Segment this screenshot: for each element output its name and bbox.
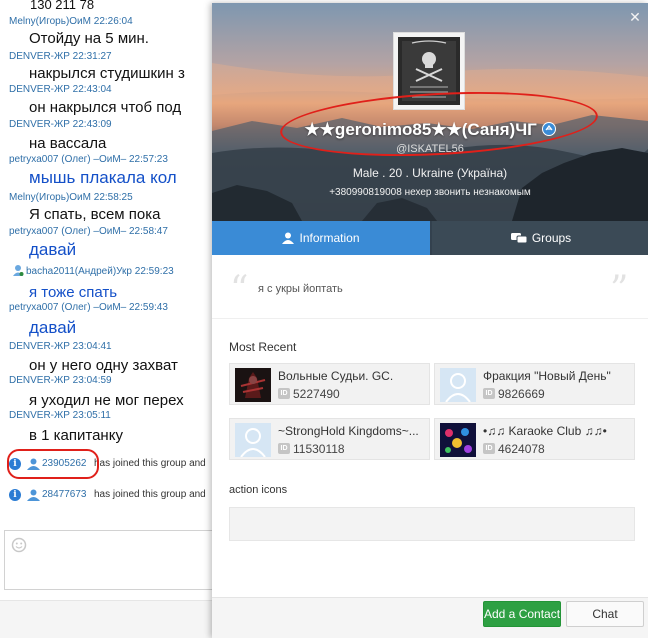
message-text: Я спать, всем пока [29,206,161,223]
open-quote-icon: “ [230,269,249,310]
message-input[interactable] [4,530,213,590]
tab-information-label: Information [299,231,360,245]
system-message-text: has joined this group and [94,458,206,469]
group-name: ~StrongHold Kingdoms~... [278,424,419,438]
tab-groups-label: Groups [531,231,572,245]
message-sender[interactable]: DENVER-ЖР 23:05:11 [9,410,111,421]
message-text: он у него одну захват [29,357,178,374]
close-icon[interactable]: ✕ [628,10,642,24]
message-sender[interactable]: Melny(Игорь)ОиМ 22:58:25 [9,192,133,203]
section-title: Most Recent [229,340,297,354]
group-name: •♫♫ Karaoke Club ♫♫• [483,424,607,438]
app-window: 130 211 78 Melny(Игорь)ОиМ 22:26:04 Отой… [0,0,648,638]
chat-button[interactable]: Chat [566,601,644,627]
message-sender[interactable]: petryxa007 (Олег) –ОиМ– 22:59:43 [9,302,168,313]
group-card[interactable]: ~StrongHold Kingdoms~... ID 11530118 [229,418,430,460]
profile-about: я с укры йоптать [258,283,343,295]
chat-message-text: 130 211 78 [30,0,95,12]
message-sender[interactable]: DENVER-ЖР 22:31:27 [9,51,112,62]
group-id: 9826669 [498,387,545,401]
group-name: Вольные Судьи. GC. [278,369,394,383]
default-group-icon [235,423,271,457]
group-id: 5227490 [293,387,340,401]
message-text: давай [29,318,77,337]
group-card[interactable]: •♫♫ Karaoke Club ♫♫• ID 4624078 [434,418,635,460]
emoji-icon[interactable] [11,537,27,553]
profile-status: +380990819008 нехер звонить незнакомым [329,187,531,198]
group-card[interactable]: Фракция "Новый День" ID 9826669 [434,363,635,405]
profile-panel: ✕ ★★geronimo85★★(Саня)ЧГ @ISKATEL56 Male… [212,3,648,638]
group-name: Фракция "Новый День" [483,369,611,383]
action-icons-area [229,507,635,541]
id-icon: ID [278,388,290,399]
id-icon: ID [278,443,290,454]
id-icon: ID [483,388,495,399]
group-card[interactable]: Вольные Судьи. GC. ID 5227490 [229,363,430,405]
section-title: action icons [229,484,288,496]
default-group-icon [440,368,476,402]
message-sender[interactable]: Melny(Игорь)ОиМ 22:26:04 [9,16,133,27]
divider [212,318,648,319]
message-text: давай [29,240,77,259]
profile-meta: Male . 20 . Ukraine (Україна) [352,166,508,180]
group-thumbnail [440,423,476,457]
system-message: i 28477673 has joined this group and [9,488,215,504]
close-quote-icon: ” [610,269,629,310]
tab-information[interactable]: Information [212,221,430,255]
group-thumbnail [235,368,271,402]
groups-icon [510,233,528,244]
message-sender[interactable]: DENVER-ЖР 23:04:41 [9,341,112,352]
group-id: 4624078 [498,442,545,456]
profile-tabs: Information Groups [212,221,648,255]
user-icon [27,489,40,501]
message-sender[interactable]: DENVER-ЖР 23:04:59 [9,375,112,386]
user-status-icon [13,265,24,276]
message-sender[interactable]: DENVER-ЖР 22:43:04 [9,84,112,95]
user-icon [282,232,295,244]
info-icon: i [9,489,21,501]
user-id-link[interactable]: 28477673 [42,489,87,500]
message-text: на вассала [29,135,107,152]
add-contact-button[interactable]: Add a Contact [483,601,561,627]
message-text: я уходил не мог перех [29,392,184,409]
message-text: в 1 капитанку [29,427,123,444]
id-icon: ID [483,443,495,454]
message-text: я тоже спать [29,284,118,301]
message-sender[interactable]: bacha2011(Андрей)Укр 22:59:23 [26,266,174,277]
annotation-circle [7,449,99,479]
system-message-text: has joined this group and [94,489,206,500]
chat-footer [0,600,215,638]
message-text: мышь плакала кол [29,168,177,187]
message-sender[interactable]: DENVER-ЖР 22:43:09 [9,119,112,130]
message-text: он накрылся чтоб под [29,99,182,116]
message-sender[interactable]: petryxa007 (Олег) –ОиМ– 22:58:47 [9,226,168,237]
message-sender[interactable]: petryxa007 (Олег) –ОиМ– 22:57:23 [9,154,168,165]
group-id: 11530118 [293,442,345,456]
message-text: накрылся студишкин з [29,65,185,82]
message-text: Отойду на 5 мин. [29,30,149,47]
profile-footer: Add a Contact Chat [212,597,648,638]
tab-groups[interactable]: Groups [432,221,648,255]
chat-log[interactable]: 130 211 78 Melny(Игорь)ОиМ 22:26:04 Отой… [0,0,215,530]
